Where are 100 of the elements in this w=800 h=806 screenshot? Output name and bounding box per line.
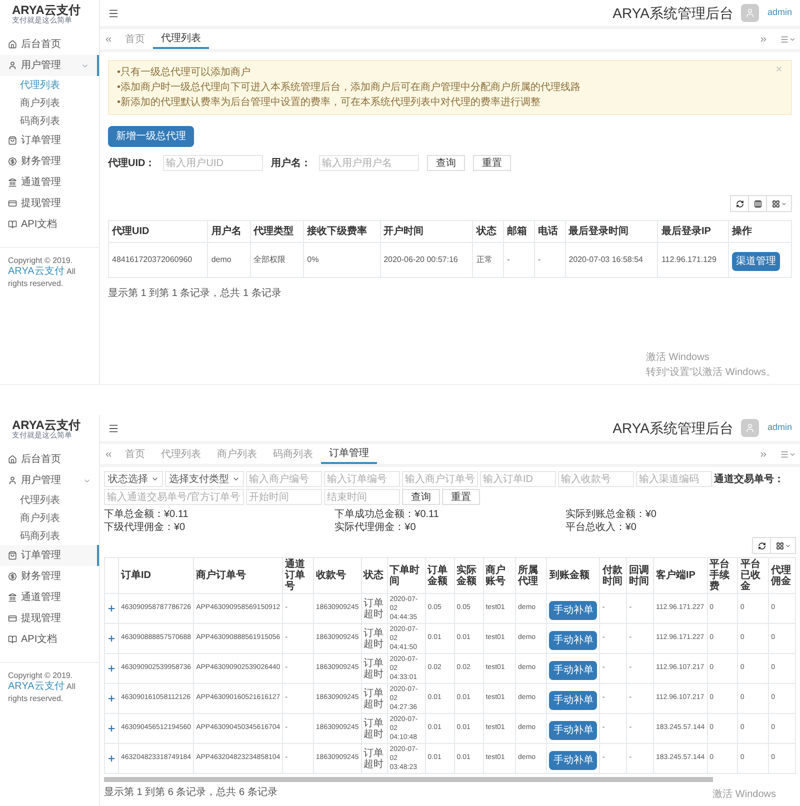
- username-link[interactable]: admin: [767, 421, 792, 435]
- expand-icon[interactable]: [107, 724, 116, 733]
- expand-icon[interactable]: [107, 754, 116, 763]
- column-header[interactable]: 下单时间: [387, 558, 426, 594]
- sidebar-item[interactable]: 通道管理: [0, 587, 99, 608]
- column-header[interactable]: 邮箱: [504, 220, 534, 242]
- filter-field[interactable]: 结束时间: [324, 489, 400, 505]
- filter-field[interactable]: 输入渠道编码: [636, 471, 712, 487]
- filter-field[interactable]: 开始时间: [246, 489, 322, 505]
- expand-icon[interactable]: [107, 664, 116, 673]
- menu-icon[interactable]: [108, 422, 119, 434]
- column-header[interactable]: 订单ID: [118, 558, 194, 594]
- filter-select[interactable]: 选择支付类型: [165, 471, 244, 487]
- book-icon: [8, 635, 17, 644]
- column-header[interactable]: 收款号: [313, 558, 362, 594]
- filter-select[interactable]: 状态选择: [104, 471, 163, 487]
- filter-field[interactable]: 输入收款号: [558, 471, 634, 487]
- column-header[interactable]: 平台手续费: [707, 558, 738, 594]
- username-link[interactable]: admin: [767, 6, 792, 20]
- column-header[interactable]: 开户时间: [380, 220, 473, 242]
- sidebar-item[interactable]: 用户管理: [0, 470, 99, 491]
- sidebar-item[interactable]: 提现管理: [0, 193, 99, 214]
- copyright-link[interactable]: ARYA云支付: [8, 266, 64, 277]
- sidebar-item[interactable]: API文档: [0, 214, 99, 235]
- action-button[interactable]: 手动补单: [549, 600, 598, 620]
- action-button[interactable]: 渠道管理: [732, 252, 780, 271]
- column-header[interactable]: 代理UID: [108, 220, 208, 242]
- page-tab[interactable]: 代理列表: [153, 29, 209, 49]
- table-cell: 全部权限: [250, 242, 304, 278]
- add-agent-button[interactable]: 新增一级总代理: [108, 126, 194, 147]
- caret-icon: [789, 450, 796, 458]
- sidebar-item[interactable]: 财务管理: [0, 151, 99, 172]
- sidebar-subitem[interactable]: 商户列表: [0, 94, 99, 112]
- filter-field[interactable]: 输入商户编号: [246, 471, 322, 487]
- action-button[interactable]: 手动补单: [549, 720, 598, 740]
- scroll-left-icon[interactable]: [104, 34, 113, 44]
- horizontal-scrollbar[interactable]: [104, 777, 713, 782]
- column-header[interactable]: 商户账号: [483, 558, 516, 594]
- filter-field[interactable]: 输入订单编号: [324, 471, 400, 487]
- column-header[interactable]: 代理佣金: [768, 558, 796, 594]
- sidebar-item[interactable]: 通道管理: [0, 172, 99, 193]
- column-header[interactable]: 订单金额: [425, 558, 454, 594]
- expand-icon[interactable]: [107, 634, 116, 643]
- expand-icon[interactable]: [107, 694, 116, 703]
- sidebar-subitem[interactable]: 代理列表: [0, 76, 99, 94]
- sidebar-item[interactable]: 订单管理: [0, 130, 99, 151]
- tab-menu-icon[interactable]: [780, 450, 796, 458]
- column-header[interactable]: 回调时间: [626, 558, 654, 594]
- column-header[interactable]: 到账金额: [546, 558, 600, 594]
- column-header[interactable]: 付款时间: [600, 558, 627, 594]
- table-cell: -: [534, 242, 566, 278]
- column-header[interactable]: 所属代理: [516, 558, 547, 594]
- filter-field[interactable]: 输入用户UID: [163, 155, 264, 171]
- sidebar-subitem[interactable]: 码商列表: [0, 527, 99, 545]
- filter-button[interactable]: 重置: [442, 489, 480, 505]
- filter-field[interactable]: 输入商户订单号: [402, 471, 478, 487]
- sidebar-item[interactable]: 用户管理: [0, 55, 99, 76]
- column-header[interactable]: 用户名: [208, 220, 250, 242]
- filter-button[interactable]: 重置: [473, 155, 512, 171]
- scroll-right-icon[interactable]: [759, 34, 768, 44]
- copyright-link[interactable]: ARYA云支付: [8, 681, 64, 692]
- filter-button[interactable]: 查询: [402, 489, 440, 505]
- os-activation-text: 激活 Windows: [646, 351, 710, 365]
- column-header[interactable]: 状态: [361, 558, 388, 594]
- sidebar-subitem[interactable]: 商户列表: [0, 509, 99, 527]
- filter-button[interactable]: 查询: [427, 155, 466, 171]
- column-header[interactable]: 客户端IP: [653, 558, 708, 594]
- column-header[interactable]: 电话: [534, 220, 566, 242]
- sidebar-item[interactable]: 提现管理: [0, 608, 99, 629]
- column-header[interactable]: 操作: [728, 220, 792, 242]
- action-button[interactable]: 手动补单: [549, 660, 598, 680]
- column-header[interactable]: 通道订单号: [282, 558, 314, 594]
- sidebar-subitem[interactable]: 代理列表: [0, 491, 99, 509]
- action-button[interactable]: 手动补单: [549, 750, 598, 770]
- scroll-right-icon[interactable]: [759, 450, 768, 458]
- sidebar-item[interactable]: 后台首页: [0, 34, 99, 55]
- filter-field[interactable]: 输入通道交易单号/官方订单号: [104, 489, 244, 505]
- filter-field[interactable]: 输入用户用户名: [319, 155, 420, 171]
- dollar-icon: [8, 157, 17, 166]
- column-header[interactable]: 代理类型: [250, 220, 304, 242]
- column-header[interactable]: 实际金额: [454, 558, 484, 594]
- column-header[interactable]: 商户订单号: [194, 558, 283, 594]
- scroll-left-icon[interactable]: [104, 450, 113, 458]
- column-header[interactable]: 最后登录时间: [565, 220, 658, 242]
- column-header[interactable]: 接收下级费率: [304, 220, 380, 242]
- action-button[interactable]: 手动补单: [549, 630, 598, 650]
- sidebar-subitem[interactable]: 码商列表: [0, 112, 99, 130]
- sidebar-item[interactable]: API文档: [0, 629, 99, 650]
- filter-field[interactable]: 输入订单ID: [480, 471, 556, 487]
- tab-menu-icon[interactable]: [780, 34, 796, 44]
- column-header[interactable]: 状态: [472, 220, 504, 242]
- sidebar-item[interactable]: 财务管理: [0, 566, 99, 587]
- page-tab[interactable]: 订单管理: [321, 444, 377, 464]
- sidebar-item[interactable]: 后台首页: [0, 449, 99, 470]
- column-header[interactable]: 平台已收金: [738, 558, 769, 594]
- action-button[interactable]: 手动补单: [549, 690, 598, 710]
- sidebar-item[interactable]: 订单管理: [0, 545, 99, 566]
- menu-icon[interactable]: [108, 8, 119, 18]
- expand-icon[interactable]: [107, 604, 116, 613]
- column-header[interactable]: 最后登录IP: [658, 220, 729, 242]
